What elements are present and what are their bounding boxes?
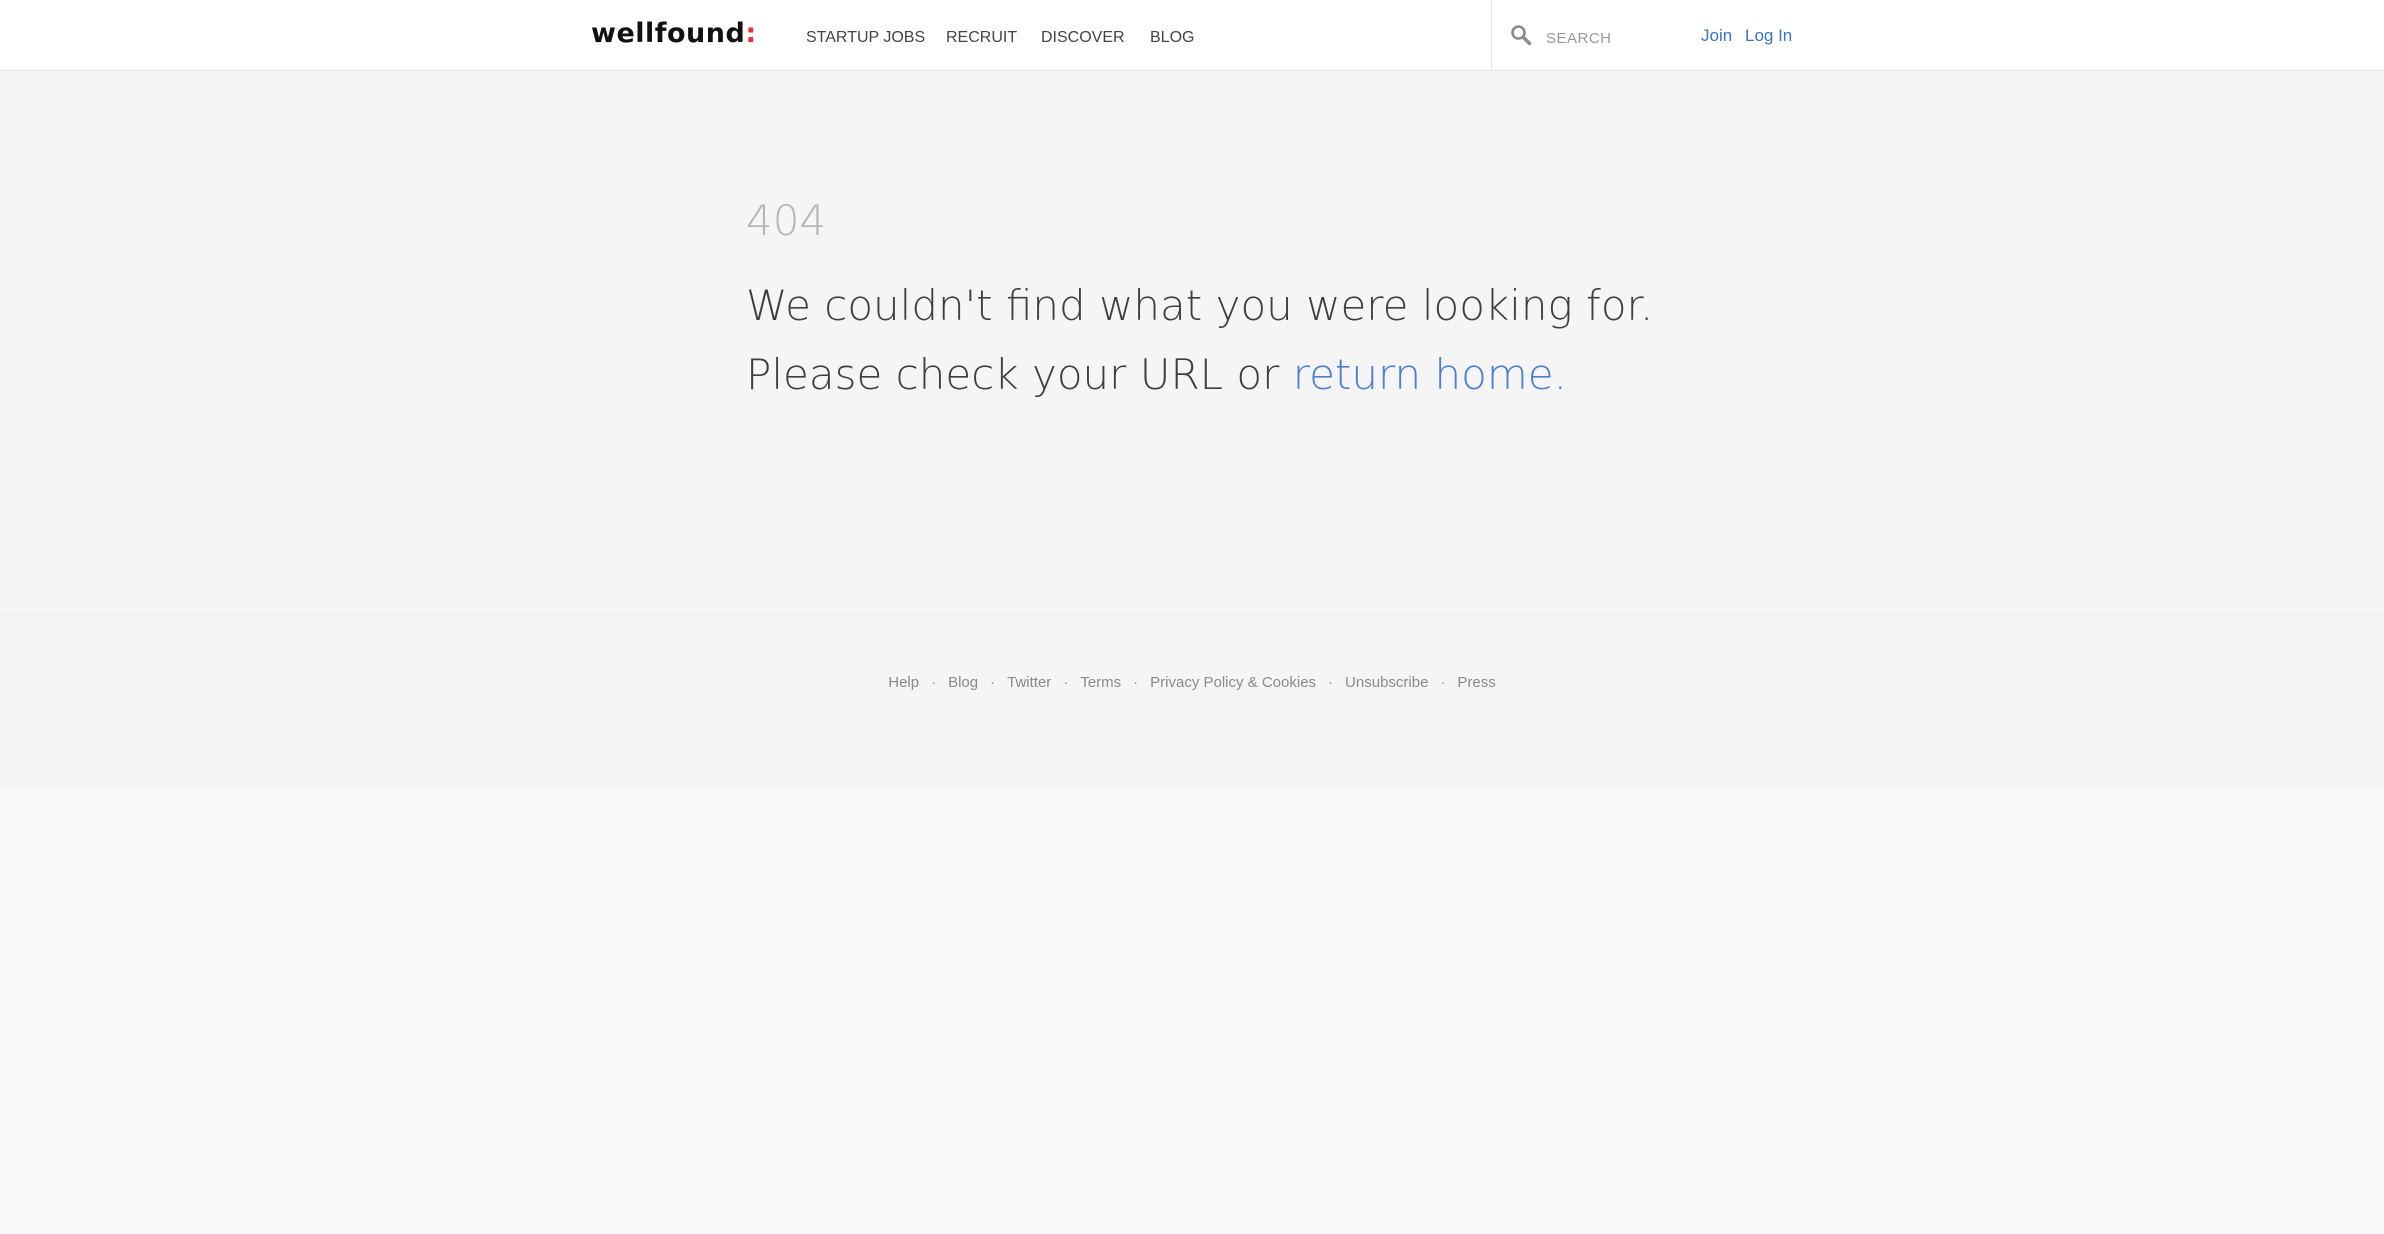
footer-separator: · xyxy=(1328,674,1334,691)
nav-discover[interactable]: DISCOVER xyxy=(1041,27,1125,49)
footer-links: Help · Blog · Twitter · Terms · Privacy Policy &… xyxy=(0,672,2384,694)
footer-link-help[interactable]: Help xyxy=(888,674,919,691)
footer-link-privacy[interactable]: Privacy Policy & Cookies xyxy=(1150,674,1316,691)
footer-link-twitter[interactable]: Twitter xyxy=(1007,674,1051,691)
join-link[interactable]: Join xyxy=(1701,25,1732,47)
logo-accent: : xyxy=(745,18,757,49)
page-background xyxy=(0,790,2384,1234)
top-navigation-bar: wellfound: STARTUP JOBS RECRUIT DISCOVER… xyxy=(0,0,2384,71)
search-area xyxy=(1491,0,1712,70)
instruction-text: Please check your URL or xyxy=(746,350,1293,399)
footer: Help · Blog · Twitter · Terms · Privacy Policy &… xyxy=(0,614,2384,791)
footer-link-blog[interactable]: Blog xyxy=(948,674,978,691)
error-content: 404 We couldn't find what you were looki… xyxy=(0,71,2384,614)
nav-blog[interactable]: BLOG xyxy=(1150,27,1194,49)
error-message: We couldn't find what you were looking f… xyxy=(746,281,1654,330)
footer-link-press[interactable]: Press xyxy=(1457,674,1495,691)
search-icon[interactable] xyxy=(1510,24,1532,46)
footer-separator: · xyxy=(931,674,937,691)
footer-separator: · xyxy=(1133,674,1139,691)
nav-startup-jobs[interactable]: STARTUP JOBS xyxy=(806,27,925,49)
footer-link-unsubscribe[interactable]: Unsubscribe xyxy=(1345,674,1428,691)
error-instruction: Please check your URL or return home. xyxy=(746,345,1567,405)
footer-link-terms[interactable]: Terms xyxy=(1080,674,1121,691)
search-input[interactable] xyxy=(1546,24,1686,52)
footer-separator: · xyxy=(1440,674,1446,691)
wellfound-logo[interactable]: wellfound: xyxy=(591,16,757,52)
instruction-period: . xyxy=(1553,350,1567,399)
login-link[interactable]: Log In xyxy=(1745,25,1792,47)
footer-separator: · xyxy=(1063,674,1069,691)
nav-recruit[interactable]: RECRUIT xyxy=(946,27,1017,49)
error-code: 404 xyxy=(746,196,827,245)
return-home-link[interactable]: return home xyxy=(1293,350,1554,399)
footer-separator: · xyxy=(990,674,996,691)
logo-text: wellfound xyxy=(591,18,746,49)
